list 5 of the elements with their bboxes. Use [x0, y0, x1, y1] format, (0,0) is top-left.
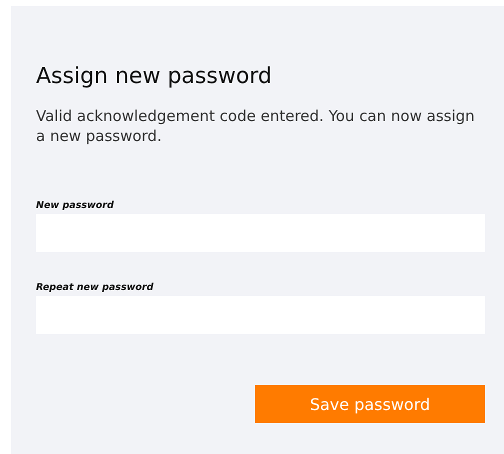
info-message: Valid acknowledgement code entered. You can now assign a new password. [36, 106, 476, 146]
field-label: New password [36, 200, 115, 211]
save-button[interactable]: Save password [255, 385, 485, 423]
field-label: Repeat new password [36, 282, 154, 293]
form-title: Assign new password [36, 63, 273, 91]
